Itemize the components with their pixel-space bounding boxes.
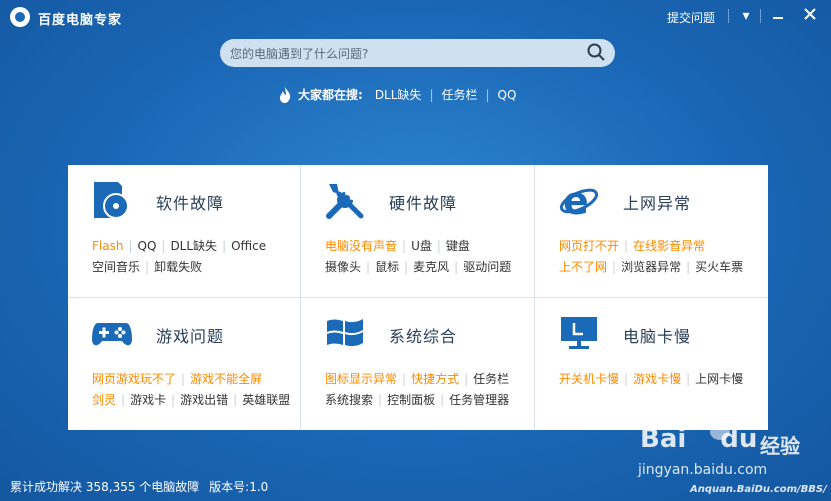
category-links-row: Flash | QQ | DLL缺失 | Office (92, 237, 267, 254)
issue-link[interactable]: 图标显示异常 (325, 370, 397, 387)
category-links-row: 图标显示异常 | 快捷方式 | 任务栏 (325, 370, 510, 387)
search-bar[interactable]: 您的电脑遇到了什么问题? (220, 39, 615, 67)
category-links-row: 系统搜索 | 控制面板 | 任务管理器 (325, 391, 510, 408)
issue-link[interactable]: 任务管理器 (449, 391, 509, 408)
app-logo-icon (10, 7, 30, 27)
hot-search-item[interactable]: DLL缺失 (375, 86, 422, 103)
issue-link[interactable]: 在线影音异常 (633, 237, 705, 254)
issue-link[interactable]: 浏览器异常 (621, 258, 681, 275)
issue-link[interactable]: Flash (92, 239, 123, 253)
issue-link[interactable]: 摄像头 (325, 258, 361, 275)
flame-icon (278, 86, 292, 103)
category-title: 硬件故障 (389, 194, 458, 213)
issue-link[interactable]: 驱动问题 (463, 258, 511, 275)
issue-link[interactable]: 键盘 (446, 237, 470, 254)
issue-link[interactable]: 英雄联盟 (242, 391, 290, 408)
category-links-row: 剑灵 | 游戏卡 | 游戏出错 | 英雄联盟 (92, 391, 291, 408)
issue-link[interactable]: 系统搜索 (325, 391, 373, 408)
category-grid: 软件故障 Flash | QQ | DLL缺失 | Office 空间音乐 | 卸载失败 硬件故… (68, 165, 768, 430)
search-input[interactable]: 您的电脑遇到了什么问题? (230, 45, 368, 62)
watermark-brand: Bai du (640, 424, 758, 454)
close-icon[interactable] (800, 6, 820, 26)
windows-icon (325, 313, 365, 353)
disc-icon (92, 180, 132, 220)
gamepad-icon (92, 313, 132, 353)
category-software[interactable]: 软件故障 Flash | QQ | DLL缺失 | Office 空间音乐 | 卸载失败 (68, 165, 301, 298)
category-title: 系统综合 (389, 327, 458, 346)
issue-link[interactable]: 游戏卡慢 (633, 370, 681, 387)
issue-link[interactable]: 游戏出错 (180, 391, 228, 408)
issue-link[interactable]: 任务栏 (473, 370, 509, 387)
category-games[interactable]: 游戏问题 网页游戏玩不了 | 游戏不能全屏 剑灵 | 游戏卡 | 游戏出错 | 英雄联盟 (68, 298, 301, 430)
title-bar: 百度电脑专家 提交问题 ▾ (0, 0, 831, 34)
issue-link[interactable]: 游戏不能全屏 (190, 370, 262, 387)
category-title: 软件故障 (156, 194, 225, 213)
chevron-down-icon[interactable]: ▾ (736, 6, 756, 26)
category-hardware[interactable]: 硬件故障 电脑没有声音 | U盘 | 键盘 摄像头 | 鼠标 | 麦克风 | 驱动问题 (301, 165, 535, 298)
submit-issue-link[interactable]: 提交问题 (667, 9, 715, 26)
app-title: 百度电脑专家 (38, 13, 123, 28)
status-suffix: 个电脑故障 (139, 480, 200, 494)
titlebar-divider (728, 9, 729, 23)
issue-link[interactable]: 空间音乐 (92, 258, 140, 275)
watermark-product: 经验 (760, 434, 800, 458)
monitor-icon (559, 313, 599, 353)
watermark-url: jingyan.baidu.com (638, 462, 768, 478)
titlebar-divider (760, 9, 761, 23)
issue-link[interactable]: 游戏卡 (130, 391, 166, 408)
category-links-row: 摄像头 | 鼠标 | 麦克风 | 驱动问题 (325, 258, 512, 275)
watermark-url2: Anquan.BaiDu.com/BBS/ (690, 484, 827, 495)
status-bar: 累计成功解决 358,355 个电脑故障 版本号:1.0 (10, 478, 268, 495)
issue-link[interactable]: U盘 (411, 237, 432, 254)
version-number: 1.0 (249, 480, 269, 494)
issue-link[interactable]: 鼠标 (375, 258, 399, 275)
tools-icon (325, 180, 365, 220)
version-label: 版本号: (209, 480, 250, 494)
issue-link[interactable]: 麦克风 (413, 258, 449, 275)
issue-link[interactable]: 快捷方式 (411, 370, 459, 387)
issue-link[interactable]: 上不了网 (559, 258, 607, 275)
issue-link[interactable]: 控制面板 (387, 391, 435, 408)
issue-link[interactable]: 卸载失败 (154, 258, 202, 275)
hot-search-item[interactable]: QQ (498, 88, 517, 102)
category-title: 电脑卡慢 (623, 327, 692, 346)
search-icon[interactable] (587, 43, 605, 61)
category-links-row: 上不了网 | 浏览器异常 | 买火车票 (559, 258, 744, 275)
baidu-jingyan-watermark: Bai du 经验 jingyan.baidu.com Anquan.BaiDu.… (638, 410, 828, 500)
hot-searches-label: 大家都在搜: (298, 88, 363, 102)
category-title: 游戏问题 (156, 327, 225, 346)
hot-searches: 大家都在搜: DLL缺失 | 任务栏 | QQ (278, 86, 516, 103)
issue-link[interactable]: 网页游戏玩不了 (92, 370, 176, 387)
issue-link[interactable]: 买火车票 (695, 258, 743, 275)
issue-link[interactable]: 电脑没有声音 (325, 237, 397, 254)
issue-link[interactable]: DLL缺失 (170, 237, 217, 254)
category-links-row: 开关机卡慢 | 游戏卡慢 | 上网卡慢 (559, 370, 744, 387)
status-prefix: 累计成功解决 (10, 480, 83, 494)
category-links-row: 空间音乐 | 卸载失败 (92, 258, 203, 275)
category-links-row: 网页打不开 | 在线影音异常 (559, 237, 706, 254)
category-links-row: 网页游戏玩不了 | 游戏不能全屏 (92, 370, 263, 387)
category-title: 上网异常 (623, 194, 692, 213)
category-links-row: 电脑没有声音 | U盘 | 键盘 (325, 237, 470, 254)
issue-link[interactable]: 网页打不开 (559, 237, 619, 254)
ie-icon: e (559, 179, 599, 223)
fixed-count: 358,355 (85, 480, 136, 494)
category-system[interactable]: 系统综合 图标显示异常 | 快捷方式 | 任务栏 系统搜索 | 控制面板 | 任务管理器 (301, 298, 535, 430)
category-internet[interactable]: e 上网异常 网页打不开 | 在线影音异常 上不了网 | 浏览器异常 | 买火车票 (535, 165, 768, 298)
issue-link[interactable]: 上网卡慢 (695, 370, 743, 387)
issue-link[interactable]: Office (231, 239, 266, 253)
issue-link[interactable]: 剑灵 (92, 391, 116, 408)
hot-search-item[interactable]: 任务栏 (441, 86, 477, 103)
minimize-icon[interactable] (768, 6, 788, 26)
issue-link[interactable]: QQ (138, 239, 157, 253)
issue-link[interactable]: 开关机卡慢 (559, 370, 619, 387)
